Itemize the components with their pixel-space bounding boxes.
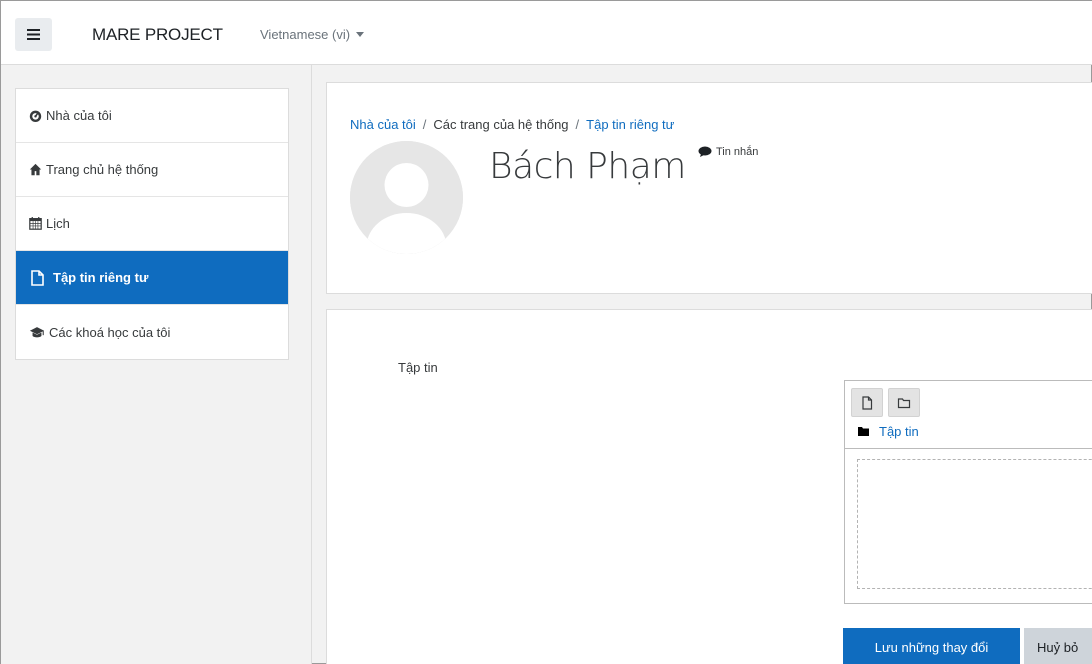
sidebar-item-dashboard[interactable]: Nhà của tôi: [16, 89, 288, 143]
nav-drawer: Nhà của tôi Trang chủ hệ thống Lịch Tập …: [1, 65, 312, 664]
file-manager-content: [845, 448, 1092, 605]
language-label: Vietnamese (vi): [260, 27, 351, 42]
page-header: Nhà của tôi / Các trang của hệ thống / Tập t…: [326, 82, 1092, 294]
breadcrumb-dashboard-link[interactable]: Nhà của tôi: [350, 117, 416, 132]
calendar-icon: [29, 217, 42, 230]
breadcrumb: Nhà của tôi / Các trang của hệ thống / Tập t…: [350, 117, 674, 132]
message-label: Tin nhắn: [716, 146, 759, 158]
files-field-label: Tập tin: [398, 360, 438, 375]
private-files-form: Tập tin Tập tin Lưu những thay đổi Huỷ b…: [326, 309, 1092, 664]
nav-list: Nhà của tôi Trang chủ hệ thống Lịch Tập …: [15, 88, 289, 360]
sidebar-item-private-files[interactable]: Tập tin riêng tư: [16, 251, 288, 305]
sidebar-item-label: Các khoá học của tôi: [49, 324, 171, 340]
caret-down-icon: [356, 32, 365, 37]
breadcrumb-private-files-link[interactable]: Tập tin riêng tư: [586, 117, 674, 132]
folder-icon: [858, 427, 869, 436]
breadcrumb-site-pages: Các trang của hệ thống: [433, 117, 569, 132]
site-brand[interactable]: MARE PROJECT: [92, 25, 223, 45]
language-menu[interactable]: Vietnamese (vi): [260, 27, 365, 42]
file-icon: [29, 269, 45, 286]
sidebar-item-label: Tập tin riêng tư: [53, 270, 149, 285]
menu-toggle-button[interactable]: [15, 18, 52, 51]
create-folder-button[interactable]: [888, 388, 920, 417]
message-button[interactable]: Tin nhắn: [698, 146, 758, 158]
sidebar-item-calendar[interactable]: Lịch: [16, 197, 288, 251]
sidebar-item-site-home[interactable]: Trang chủ hệ thống: [16, 143, 288, 197]
user-silhouette-icon: [350, 141, 463, 254]
folder-icon: [897, 397, 911, 408]
sidebar-item-label: Trang chủ hệ thống: [46, 162, 159, 177]
sidebar-item-label: Nhà của tôi: [46, 108, 112, 123]
file-icon: [862, 395, 873, 410]
save-changes-button[interactable]: Lưu những thay đổi: [843, 628, 1020, 664]
breadcrumb-separator: /: [422, 117, 427, 132]
sidebar-item-label: Lịch: [46, 216, 70, 231]
breadcrumb-separator: /: [575, 117, 580, 132]
top-navbar: MARE PROJECT Vietnamese (vi): [1, 1, 1092, 65]
path-root-link[interactable]: Tập tin: [879, 424, 919, 439]
cancel-button[interactable]: Huỷ bỏ: [1024, 628, 1092, 664]
sidebar-item-my-courses[interactable]: Các khoá học của tôi: [16, 305, 288, 359]
file-manager: Tập tin: [844, 380, 1092, 604]
avatar: [350, 141, 463, 254]
file-manager-toolbar: [845, 381, 1092, 421]
file-dropzone[interactable]: [857, 459, 1092, 589]
dashboard-icon: [29, 109, 42, 122]
hamburger-icon: [27, 29, 40, 40]
add-file-button[interactable]: [851, 388, 883, 417]
page-title: Bách Phạm: [489, 146, 686, 187]
graduation-cap-icon: [29, 326, 45, 339]
comment-icon: [698, 146, 712, 157]
file-manager-path: Tập tin: [845, 421, 1092, 441]
home-icon: [29, 163, 42, 176]
